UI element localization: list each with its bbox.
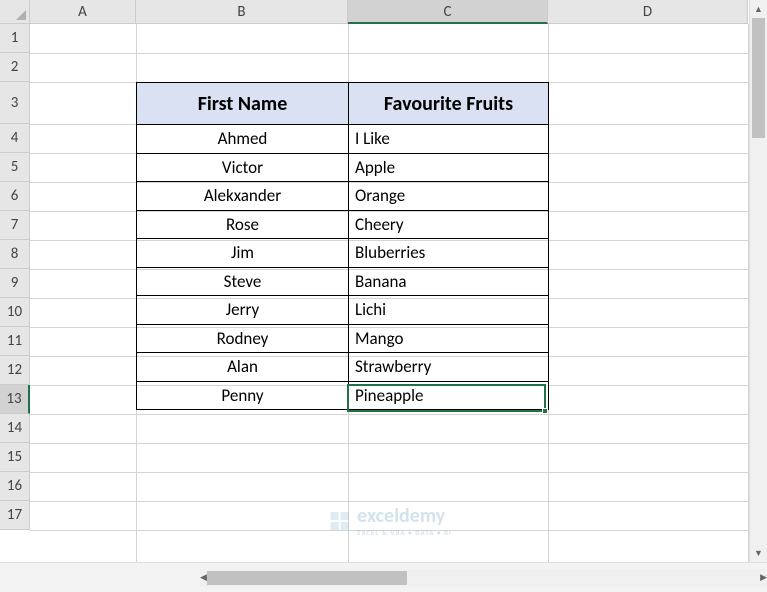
table-row: JimBluberries [137, 239, 549, 268]
cell[interactable]: Alan [137, 353, 349, 382]
row-header-13[interactable]: 13 [0, 385, 30, 414]
cell[interactable]: I Like [349, 125, 549, 154]
table-row: VictorApple [137, 153, 549, 182]
table-row: SteveBanana [137, 267, 549, 296]
row-header-4[interactable]: 4 [0, 124, 30, 153]
horizontal-scrollbar[interactable]: ◀ ▶ [200, 569, 767, 587]
watermark: exceldemy EXCEL & VBA • DATA • BI [327, 504, 452, 537]
row-headers: 1234567891011121314151617 [0, 24, 30, 562]
cell[interactable]: Orange [349, 182, 549, 211]
table-row: AhmedI Like [137, 125, 549, 154]
column-header-d[interactable]: D [548, 0, 748, 24]
table-row: PennyPineapple [137, 381, 549, 410]
cell[interactable]: Lichi [349, 296, 549, 325]
row-header-10[interactable]: 10 [0, 298, 30, 327]
row-header-9[interactable]: 9 [0, 269, 30, 298]
cell[interactable]: Rodney [137, 324, 349, 353]
scroll-down-button[interactable]: ▼ [750, 544, 767, 562]
row-header-16[interactable]: 16 [0, 472, 30, 501]
row-header-2[interactable]: 2 [0, 53, 30, 82]
table-header[interactable]: First Name [137, 83, 349, 125]
scroll-left-button[interactable]: ◀ [200, 569, 207, 587]
column-header-c[interactable]: C [348, 0, 548, 24]
row-header-11[interactable]: 11 [0, 327, 30, 356]
excel-workbook: ABCD 1234567891011121314151617 First Nam… [0, 0, 767, 592]
row-header-8[interactable]: 8 [0, 240, 30, 269]
cell[interactable]: Mango [349, 324, 549, 353]
table-row: RoseCheery [137, 210, 549, 239]
scroll-right-button[interactable]: ▶ [760, 569, 767, 587]
cell[interactable]: Jim [137, 239, 349, 268]
row-header-1[interactable]: 1 [0, 24, 30, 53]
column-header-a[interactable]: A [30, 0, 136, 24]
cell[interactable]: Alekxander [137, 182, 349, 211]
cell[interactable]: Penny [137, 381, 349, 410]
hscroll-track[interactable] [207, 569, 760, 587]
column-headers: ABCD [30, 0, 748, 24]
table-row: RodneyMango [137, 324, 549, 353]
select-all-corner[interactable] [0, 0, 30, 24]
cell[interactable]: Victor [137, 153, 349, 182]
row-header-5[interactable]: 5 [0, 153, 30, 182]
cell[interactable]: Steve [137, 267, 349, 296]
hscroll-thumb[interactable] [207, 571, 407, 585]
table-row: AlekxanderOrange [137, 182, 549, 211]
vscroll-thumb[interactable] [752, 18, 765, 138]
cell[interactable]: Ahmed [137, 125, 349, 154]
cell[interactable]: Banana [349, 267, 549, 296]
cells-grid[interactable]: First NameFavourite Fruits AhmedI LikeVi… [30, 24, 749, 562]
data-table: First NameFavourite Fruits AhmedI LikeVi… [136, 82, 549, 410]
row-header-12[interactable]: 12 [0, 356, 30, 385]
table-header[interactable]: Favourite Fruits [349, 83, 549, 125]
row-header-7[interactable]: 7 [0, 211, 30, 240]
watermark-brand: exceldemy [357, 504, 445, 528]
row-header-17[interactable]: 17 [0, 501, 30, 530]
cell[interactable]: Strawberry [349, 353, 549, 382]
table-row: JerryLichi [137, 296, 549, 325]
cell[interactable]: Rose [137, 210, 349, 239]
column-header-b[interactable]: B [136, 0, 348, 24]
row-header-15[interactable]: 15 [0, 443, 30, 472]
scroll-up-button[interactable]: ▲ [750, 0, 767, 18]
row-header-3[interactable]: 3 [0, 82, 30, 124]
row-header-6[interactable]: 6 [0, 182, 30, 211]
table-row: AlanStrawberry [137, 353, 549, 382]
cell[interactable]: Cheery [349, 210, 549, 239]
vertical-scrollbar[interactable]: ▲ ▼ [749, 0, 767, 562]
sheet-area: ABCD 1234567891011121314151617 First Nam… [0, 0, 767, 562]
row-header-14[interactable]: 14 [0, 414, 30, 443]
cell[interactable]: Pineapple [349, 381, 549, 410]
bottom-bar: ◀ ▶ [0, 562, 767, 592]
cell[interactable]: Jerry [137, 296, 349, 325]
vscroll-track[interactable] [750, 18, 767, 544]
cell[interactable]: Bluberries [349, 239, 549, 268]
cell[interactable]: Apple [349, 153, 549, 182]
